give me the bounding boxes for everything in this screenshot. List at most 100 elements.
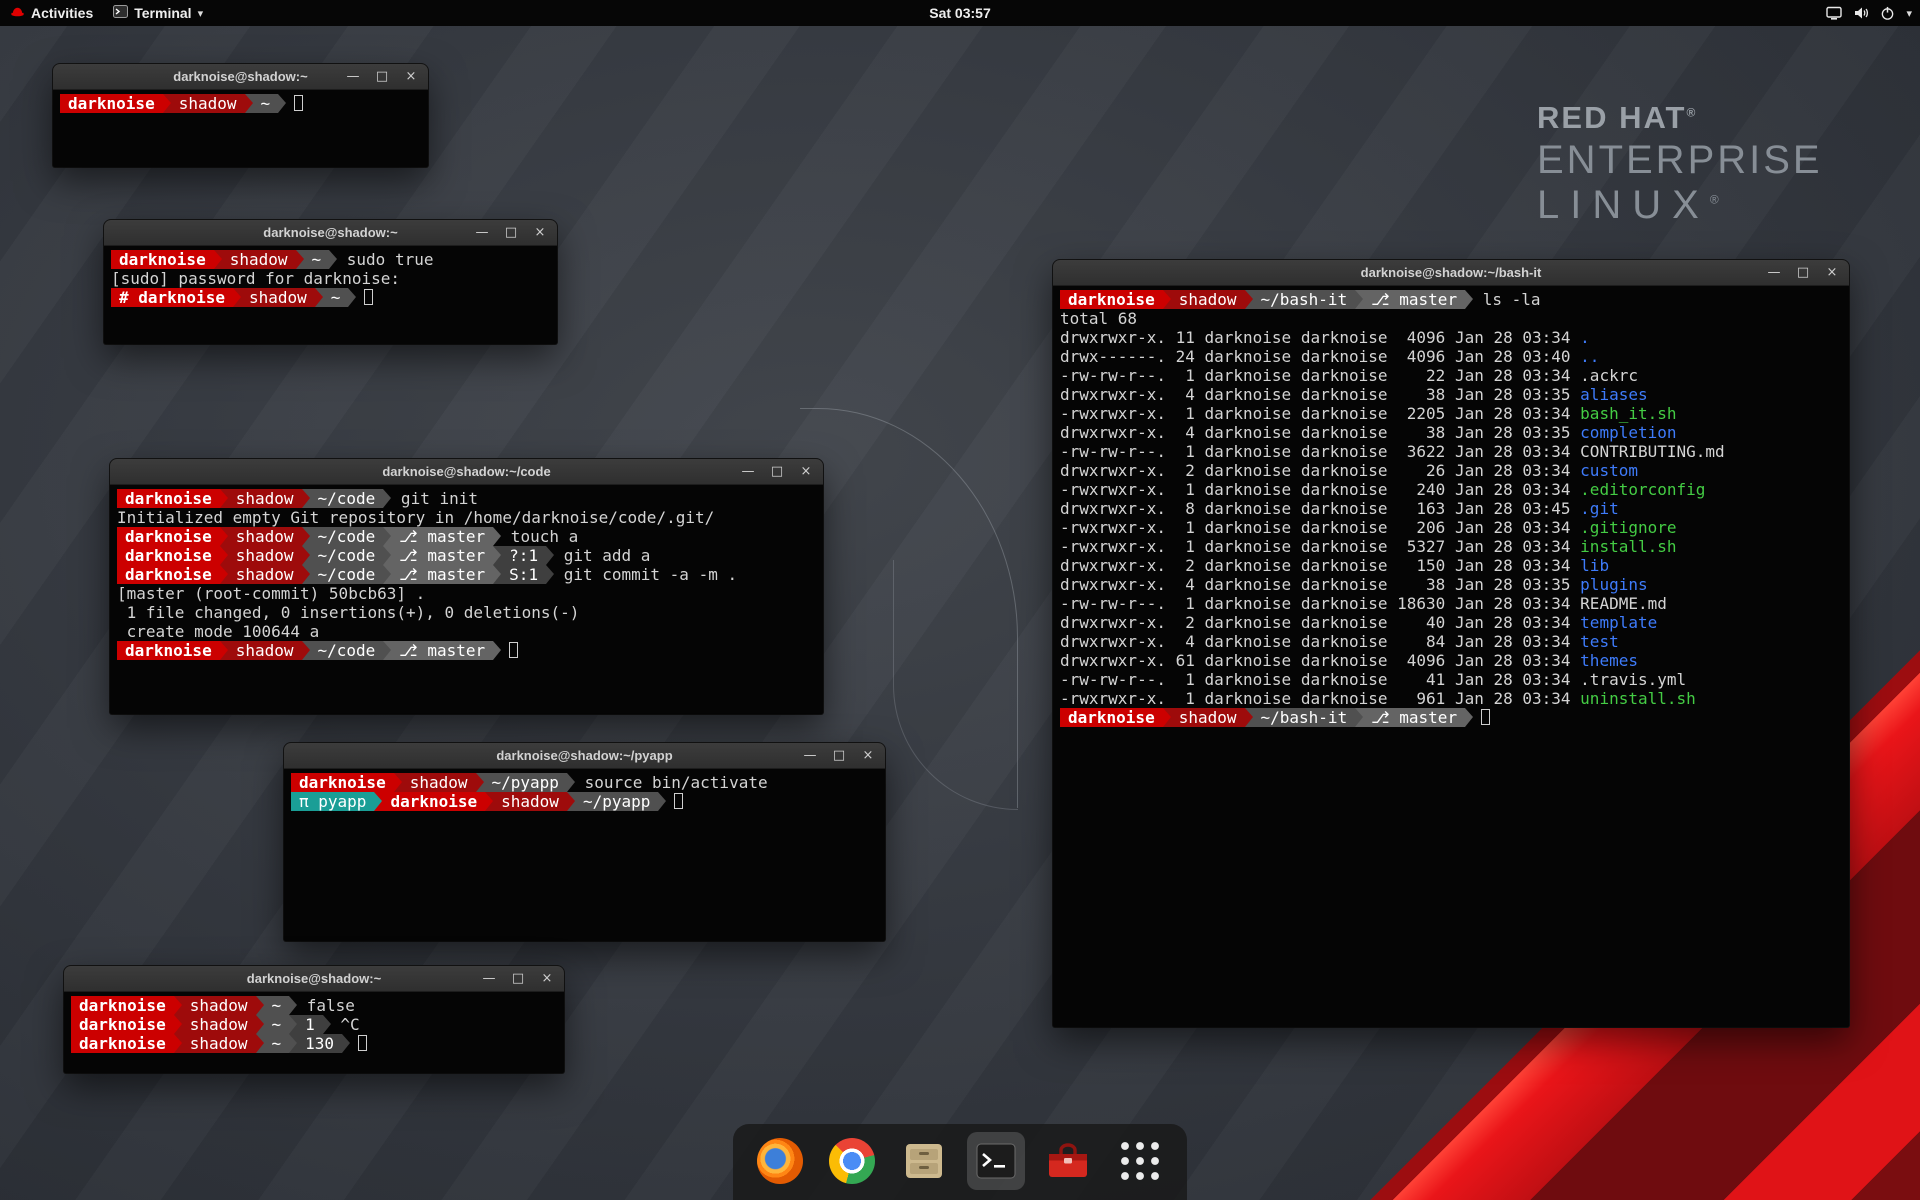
- powerline-arrow: [567, 773, 575, 792]
- prompt-segment: ⎇ master: [391, 641, 493, 660]
- prompt-segment: 1: [297, 1015, 323, 1034]
- minimize-button[interactable]: —: [475, 225, 489, 240]
- powerline-arrow: [302, 641, 310, 660]
- prompt-segment: shadow: [241, 288, 315, 307]
- prompt-segment: darknoise: [71, 1034, 174, 1053]
- chrome-icon[interactable]: [823, 1132, 881, 1190]
- window-titlebar[interactable]: darknoise@shadow:~/code — □ ×: [110, 459, 823, 485]
- prompt-segment: shadow: [493, 792, 567, 811]
- powerline-arrow: [302, 527, 310, 546]
- terminal-window-code: darknoise@shadow:~/code — □ × darknoises…: [110, 459, 823, 714]
- powerline-arrow: [383, 641, 391, 660]
- firefox-icon[interactable]: [751, 1132, 809, 1190]
- terminal-text: .gitignore: [1580, 518, 1676, 537]
- terminal-text: .git: [1580, 499, 1619, 518]
- terminal-content[interactable]: darknoiseshadow~/code git initInitialize…: [110, 485, 823, 664]
- maximize-button[interactable]: □: [832, 748, 846, 763]
- terminal-content[interactable]: darknoiseshadow~/bash-it⎇ master ls -lat…: [1053, 286, 1849, 731]
- minimize-button[interactable]: —: [482, 971, 496, 986]
- terminal-text: .: [1580, 328, 1590, 347]
- window-titlebar[interactable]: darknoise@shadow:~/bash-it — □ ×: [1053, 260, 1849, 286]
- close-button[interactable]: ×: [1825, 265, 1839, 280]
- terminal-text: drwxrwxr-x. 2 darknoise darknoise 150 Ja…: [1060, 556, 1580, 575]
- terminal-text: ..: [1580, 347, 1599, 366]
- terminal-window-bash-it: darknoise@shadow:~/bash-it — □ × darknoi…: [1053, 260, 1849, 1027]
- close-button[interactable]: ×: [799, 464, 813, 479]
- maximize-button[interactable]: □: [511, 971, 525, 986]
- window-titlebar[interactable]: darknoise@shadow:~ — □ ×: [64, 966, 564, 992]
- terminal-text: git commit -a -m .: [554, 565, 737, 584]
- terminal-line: darknoiseshadow~/bash-it⎇ master: [1060, 708, 1842, 727]
- maximize-button[interactable]: □: [1796, 265, 1810, 280]
- minimize-button[interactable]: —: [803, 748, 817, 763]
- volume-icon: [1853, 6, 1869, 20]
- prompt-segment: ~/bash-it: [1253, 290, 1356, 309]
- prompt-segment: ~: [253, 94, 279, 113]
- desktop: RED HAT® ENTERPRISE LINUX® Activities Te…: [0, 0, 1920, 1200]
- close-button[interactable]: ×: [861, 748, 875, 763]
- chevron-down-icon: ▾: [1906, 7, 1912, 20]
- terminal-text: -rwxrwxr-x. 1 darknoise darknoise 206 Ja…: [1060, 518, 1580, 537]
- terminal-window-home-2: darknoise@shadow:~ — □ × darknoiseshadow…: [64, 966, 564, 1073]
- terminal-text: .editorconfig: [1580, 480, 1705, 499]
- terminal-text: README.md: [1580, 594, 1667, 613]
- terminal-line: -rwxrwxr-x. 1 darknoise darknoise 961 Ja…: [1060, 689, 1842, 708]
- prompt-segment: shadow: [228, 527, 302, 546]
- powerline-arrow: [658, 792, 666, 811]
- system-status-area[interactable]: ▾: [1826, 0, 1912, 26]
- powerline-arrow: [546, 546, 554, 565]
- powerline-arrow: [256, 1015, 264, 1034]
- maximize-button[interactable]: □: [770, 464, 784, 479]
- prompt-segment: S:1: [501, 565, 546, 584]
- powerline-arrow: [296, 250, 304, 269]
- terminal-line: darknoiseshadow~/code⎇ master?:1 git add…: [117, 546, 816, 565]
- terminal-line: drwx------. 24 darknoise darknoise 4096 …: [1060, 347, 1842, 366]
- window-titlebar[interactable]: darknoise@shadow:~/pyapp — □ ×: [284, 743, 885, 769]
- close-button[interactable]: ×: [540, 971, 554, 986]
- toolbox-icon[interactable]: [1039, 1132, 1097, 1190]
- powerline-arrow: [220, 489, 228, 508]
- terminal-line: darknoiseshadow~/code⎇ master: [117, 641, 816, 660]
- terminal-content[interactable]: darknoiseshadow~ sudo true[sudo] passwor…: [104, 246, 557, 311]
- close-button[interactable]: ×: [533, 225, 547, 240]
- powerline-arrow: [476, 773, 484, 792]
- terminal-text: git init: [391, 489, 478, 508]
- maximize-button[interactable]: □: [504, 225, 518, 240]
- prompt-segment: shadow: [171, 94, 245, 113]
- terminal-content[interactable]: darknoiseshadow~/pyapp source bin/activa…: [284, 769, 885, 815]
- terminal-text: install.sh: [1580, 537, 1676, 556]
- powerline-arrow: [256, 1034, 264, 1053]
- prompt-segment: ⎇ master: [391, 546, 493, 565]
- prompt-segment: darknoise: [382, 792, 485, 811]
- files-icon[interactable]: [895, 1132, 953, 1190]
- prompt-segment: darknoise: [71, 1015, 174, 1034]
- terminal-content[interactable]: darknoiseshadow~: [53, 90, 428, 117]
- maximize-button[interactable]: □: [375, 69, 389, 84]
- terminal-line: -rwxrwxr-x. 1 darknoise darknoise 5327 J…: [1060, 537, 1842, 556]
- powerline-arrow: [233, 288, 241, 307]
- powerline-arrow: [493, 641, 501, 660]
- powerline-arrow: [315, 288, 323, 307]
- terminal-text: uninstall.sh: [1580, 689, 1696, 708]
- minimize-button[interactable]: —: [741, 464, 755, 479]
- terminal-cursor: [358, 1035, 367, 1051]
- window-titlebar[interactable]: darknoise@shadow:~ — □ ×: [104, 220, 557, 246]
- prompt-segment: shadow: [1171, 290, 1245, 309]
- clock[interactable]: Sat 03:57: [0, 5, 1920, 21]
- terminal-icon[interactable]: [967, 1132, 1025, 1190]
- terminal-text: .travis.yml: [1580, 670, 1686, 689]
- powerline-arrow: [348, 288, 356, 307]
- power-icon: [1880, 6, 1895, 21]
- app-grid-icon[interactable]: [1111, 1132, 1169, 1190]
- terminal-text: source bin/activate: [575, 773, 768, 792]
- minimize-button[interactable]: —: [346, 69, 360, 84]
- window-titlebar[interactable]: darknoise@shadow:~ — □ ×: [53, 64, 428, 90]
- terminal-line: drwxrwxr-x. 8 darknoise darknoise 163 Ja…: [1060, 499, 1842, 518]
- minimize-button[interactable]: —: [1767, 265, 1781, 280]
- terminal-content[interactable]: darknoiseshadow~ falsedarknoiseshadow~1 …: [64, 992, 564, 1057]
- terminal-text: ^C: [331, 1015, 360, 1034]
- prompt-segment: ~/code: [310, 641, 384, 660]
- close-button[interactable]: ×: [404, 69, 418, 84]
- prompt-segment: shadow: [222, 250, 296, 269]
- prompt-segment: darknoise: [291, 773, 394, 792]
